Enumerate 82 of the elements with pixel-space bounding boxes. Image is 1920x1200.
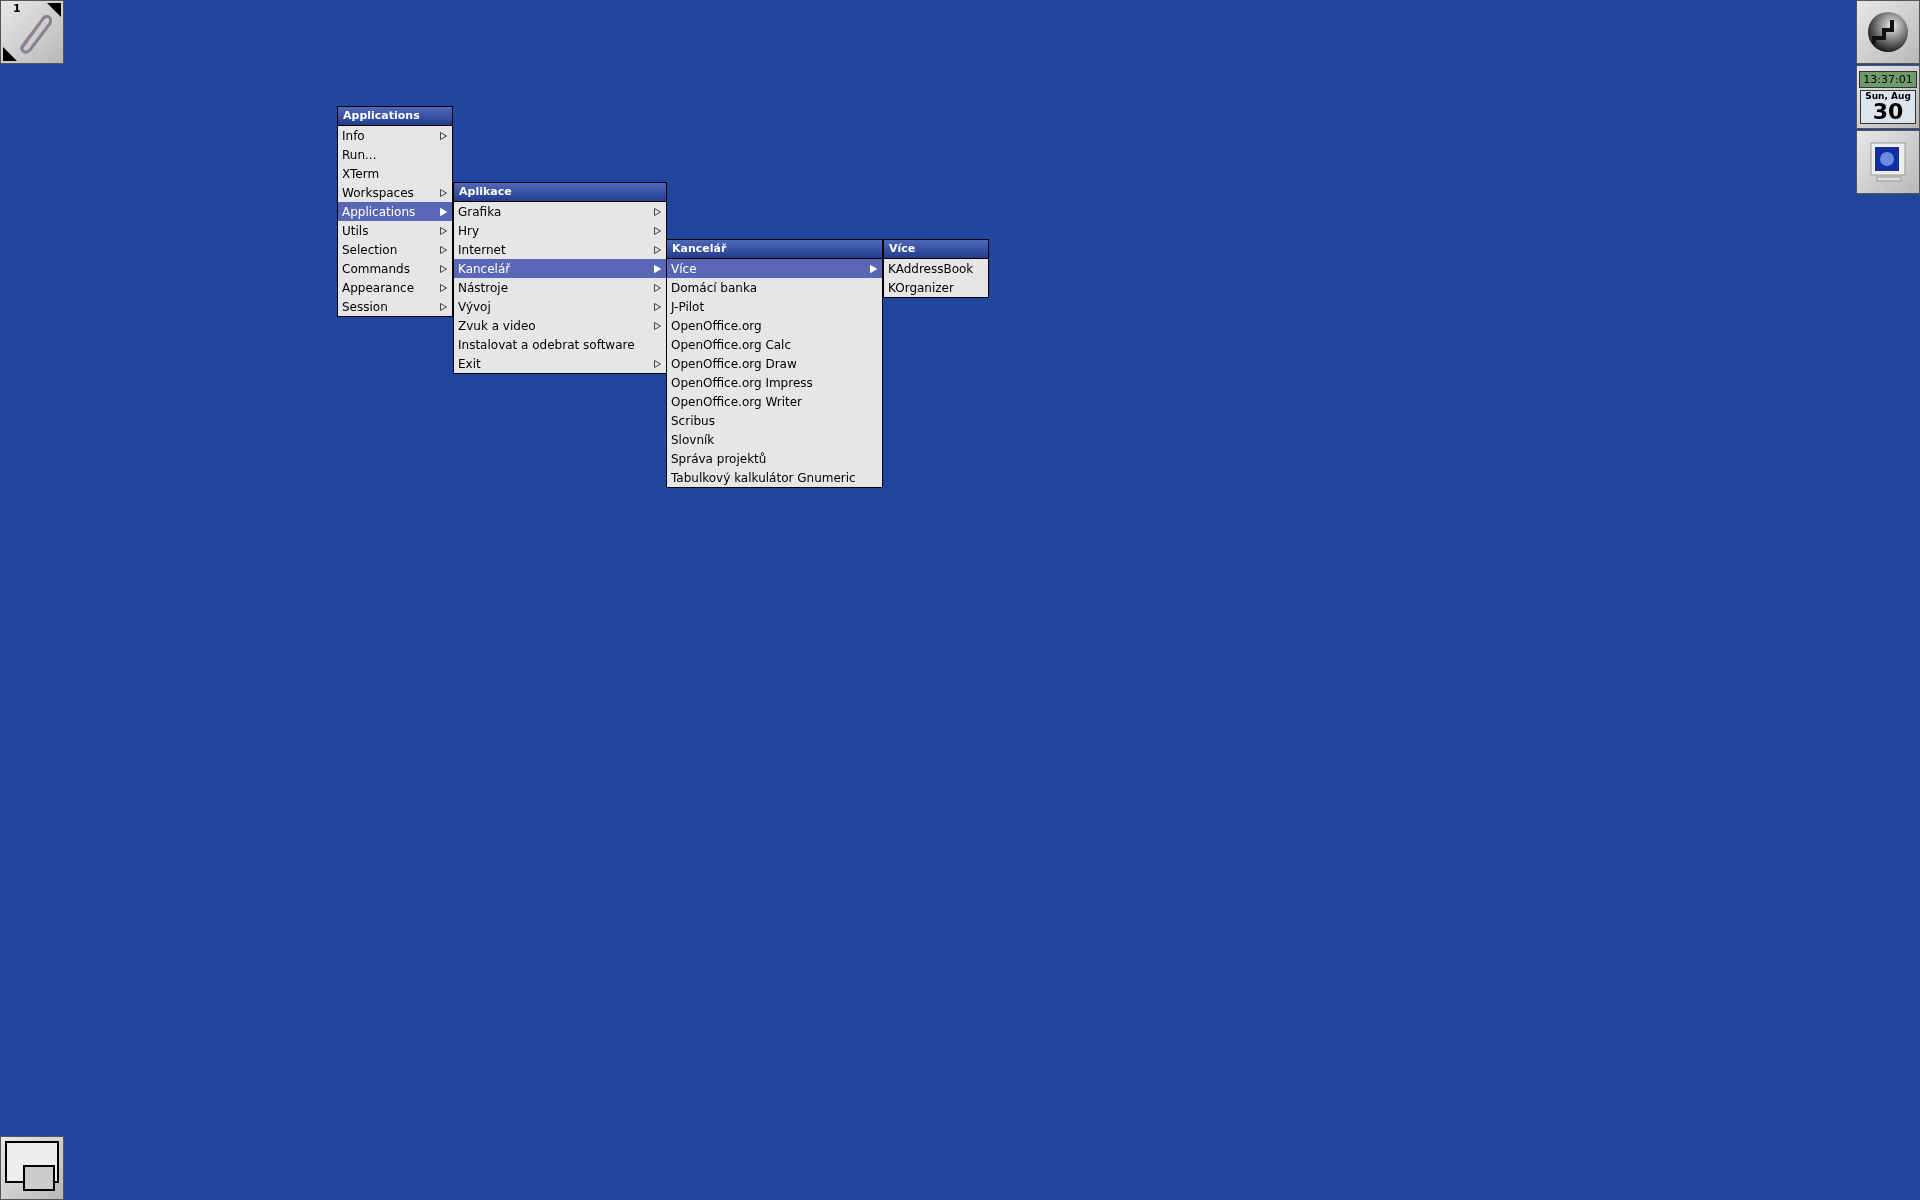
clock-date: Sun, Aug <box>1865 90 1911 101</box>
menu-item[interactable]: Tabulkový kalkulátor Gnumeric <box>667 468 882 487</box>
menu-item-label: Hry <box>458 223 480 238</box>
menu-item-label: Applications <box>342 204 416 219</box>
dock-tile[interactable] <box>1856 130 1920 194</box>
menu-item-label: XTerm <box>342 166 380 181</box>
menu-item-label: Workspaces <box>342 185 414 200</box>
menu-item-label: OpenOffice.org <box>671 318 762 333</box>
menu-title: Kancelář <box>667 240 882 259</box>
menu-title: Aplikace <box>454 183 666 202</box>
menu-item[interactable]: OpenOffice.org Writer <box>667 392 882 411</box>
workspace-number: 1 <box>13 2 21 15</box>
menu-item-label: OpenOffice.org Draw <box>671 356 797 371</box>
menu-item-label: Run... <box>342 147 377 162</box>
menu-item-label: Slovník <box>671 432 715 447</box>
menu-item[interactable]: OpenOffice.org Draw <box>667 354 882 373</box>
menu-item-label: Domácí banka <box>671 280 758 295</box>
menu-item-label: OpenOffice.org Impress <box>671 375 813 390</box>
menu-item[interactable]: Appearance <box>338 278 452 297</box>
menu-item-label: Scribus <box>671 413 715 428</box>
menu-item-label: Exit <box>458 356 481 371</box>
menu-item[interactable]: Nástroje <box>454 278 666 297</box>
menu-item-label: J-Pilot <box>671 299 705 314</box>
menu-item[interactable]: Info <box>338 126 452 145</box>
menu-item-label: Zvuk a video <box>458 318 536 333</box>
menu-item[interactable]: Utils <box>338 221 452 240</box>
workspace-clip[interactable]: 1 <box>0 0 64 64</box>
menu-item[interactable]: KAddressBook <box>884 259 988 278</box>
menu-item-label: Grafika <box>458 204 502 219</box>
menu-item-label: KOrganizer <box>888 280 954 295</box>
menu-item[interactable]: Scribus <box>667 411 882 430</box>
menu-item-label: Tabulkový kalkulátor Gnumeric <box>671 470 856 485</box>
menu-item[interactable]: Grafika <box>454 202 666 221</box>
menu-item[interactable]: Slovník <box>667 430 882 449</box>
menu-item[interactable]: Domácí banka <box>667 278 882 297</box>
menu-item[interactable]: Více <box>667 259 882 278</box>
menu-item[interactable]: Workspaces <box>338 183 452 202</box>
menu-item-label: Session <box>342 299 388 314</box>
menu-item[interactable]: KOrganizer <box>884 278 988 297</box>
menu-item[interactable]: Správa projektů <box>667 449 882 468</box>
menu-item[interactable]: Selection <box>338 240 452 259</box>
menu-item-label: OpenOffice.org Calc <box>671 337 792 352</box>
menu-item[interactable]: Vývoj <box>454 297 666 316</box>
menu-item-label: Selection <box>342 242 398 257</box>
menu-item[interactable]: Commands <box>338 259 452 278</box>
menu-title: Více <box>884 240 988 259</box>
minimized-window-tile[interactable] <box>0 1136 64 1200</box>
menu-item-label: Nástroje <box>458 280 508 295</box>
clock-time: 13:37:01 <box>1859 70 1917 88</box>
menu-item-label: Internet <box>458 242 506 257</box>
clock-applet[interactable]: 13:37:01 Sun, Aug 30 <box>1856 65 1920 129</box>
menu-item[interactable]: Internet <box>454 240 666 259</box>
menu-item[interactable]: XTerm <box>338 164 452 183</box>
menu-item[interactable]: Instalovat a odebrat software <box>454 335 666 354</box>
menu-item-label: Info <box>342 128 365 143</box>
menu-title: Applications <box>338 107 452 126</box>
sphere-logo-icon <box>1866 10 1910 54</box>
menu-item[interactable]: Applications <box>338 202 452 221</box>
menu-item[interactable]: OpenOffice.org <box>667 316 882 335</box>
previous-workspace-icon[interactable] <box>3 47 17 61</box>
menu-item[interactable]: OpenOffice.org Calc <box>667 335 882 354</box>
menu-item[interactable]: Session <box>338 297 452 316</box>
menu-item[interactable]: Exit <box>454 354 666 373</box>
next-workspace-icon[interactable] <box>47 3 61 17</box>
menu-item[interactable]: Kancelář <box>454 259 666 278</box>
dock-tile[interactable] <box>1856 0 1920 64</box>
menu-item[interactable]: J-Pilot <box>667 297 882 316</box>
menu-item-label: Vývoj <box>458 299 491 314</box>
menu-item-label: Commands <box>342 261 410 276</box>
menu-item[interactable]: Run... <box>338 145 452 164</box>
menu-item-label: Správa projektů <box>671 451 767 466</box>
menu-item[interactable]: OpenOffice.org Impress <box>667 373 882 392</box>
menu-item-label: OpenOffice.org Writer <box>671 394 802 409</box>
menu-item[interactable]: Hry <box>454 221 666 240</box>
clock-day: 30 <box>1872 100 1904 123</box>
menu-item-label: Utils <box>342 223 369 238</box>
menu-item-label: Kancelář <box>458 261 511 276</box>
menu-item-label: Instalovat a odebrat software <box>458 337 635 352</box>
menu-item-label: Více <box>671 261 697 276</box>
menu-item[interactable]: Zvuk a video <box>454 316 666 335</box>
menu-item-label: Appearance <box>342 280 415 295</box>
menu-item-label: KAddressBook <box>888 261 974 276</box>
